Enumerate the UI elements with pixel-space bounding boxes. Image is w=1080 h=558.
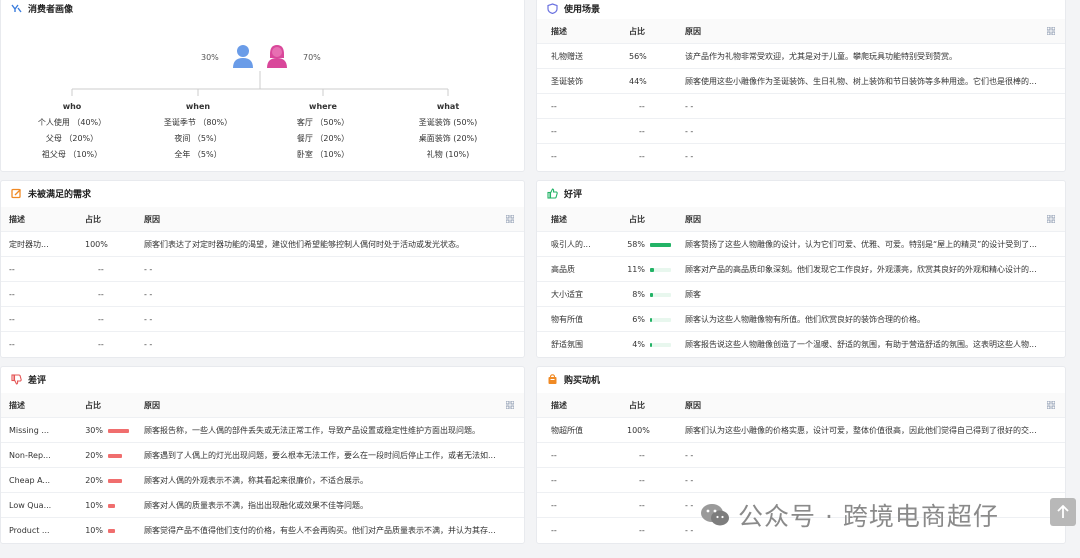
table-row: -- -- - -: [1, 307, 524, 332]
row-desc: Non-Rep...: [9, 450, 51, 460]
table-row: 大小适宜 8% 顾客: [537, 282, 1065, 307]
row-pct: 10%: [85, 526, 103, 535]
table-row: Low Qua... 10% 顾客对人偶的质量表示不满，指出出现融化或效果不佳等问题…: [1, 493, 524, 518]
bar-track: [650, 343, 671, 347]
usage-header-row: 描述 占比 原因: [537, 19, 1065, 44]
row-desc: Low Qua...: [9, 500, 52, 510]
usage-title: 使用场景: [547, 0, 600, 20]
persona-card: 消费者画像 30% 70% who 个人使用 （40%） 父母 （20%） 祖父…: [0, 0, 525, 172]
row-reason: 顾客认为这些人物雕像物有所值。他们欣赏良好的装饰合理的价格。: [685, 314, 925, 324]
pct-bar: [108, 504, 115, 508]
table-row: 礼物赠送 56% 该产品作为礼物非常受欢迎，尤其是对于儿童。攀爬玩具功能特别受到…: [537, 44, 1065, 69]
pct-bar: [108, 529, 115, 533]
row-reason: 顾客觉得产品不值得他们支付的价格，有些人不会再购买。他们对产品质量表示不满，并认…: [144, 526, 496, 535]
row-pct: 20%: [85, 475, 103, 485]
pct-bar: [650, 318, 653, 322]
arrow-up-icon[interactable]: [1050, 498, 1076, 526]
row-desc: Missing ...: [9, 425, 50, 435]
unmet-card: 未被满足的需求 描述 占比 原因 定时器功... 100% 顾客们表达了对定时器…: [0, 180, 525, 358]
thumbs-up-icon: [547, 187, 558, 199]
pct-bar: [650, 268, 654, 272]
positive-title: 好评: [547, 181, 582, 205]
row-reason: 顾客报告称，一些人偶的部件丢失或无法正常工作，导致产品设置或稳定性维护方面出现问…: [144, 425, 480, 435]
pct-bar: [650, 243, 671, 247]
table-row: -- -- - -: [1, 257, 524, 282]
persona-col-what: what 圣诞装饰 (50%) 桌面装饰 (20%) 礼物 (10%): [418, 102, 478, 159]
positive-card: 好评 描述 占比 原因 吸引人的... 58% 顾客赞扬了这些人物雕像的设计，认为它…: [536, 180, 1066, 358]
pct-bar: [108, 429, 129, 433]
pct-bar: [108, 479, 122, 483]
grid-icon[interactable]: [505, 400, 515, 410]
negative-header-row: 描述 占比 原因: [1, 393, 524, 418]
motive-title: 购买动机: [547, 367, 600, 391]
persona-col-where: where 客厅 （50%） 餐厅 （20%） 卧室 （10%）: [296, 102, 350, 159]
table-row: -- -- - -: [551, 152, 694, 161]
row-desc: 大小适宜: [551, 289, 583, 299]
negative-card: 差评 描述 占比 原因 Missing ... 30% 顾客报告称，一些人偶的部件丢…: [0, 366, 525, 544]
persona-col-when: when 圣诞季节 （80%） 夜间 （5%） 全年 （5%）: [163, 102, 233, 159]
table-row: 物超所值 100% 顾客们认为这些小雕像的价格实惠，设计可爱，整体价值很高，因此…: [537, 418, 1065, 443]
bar-track: [650, 318, 671, 322]
row-desc: 吸引人的...: [551, 239, 591, 249]
row-desc: Cheap A...: [9, 475, 51, 485]
table-row: 定时器功... 100% 顾客们表达了对定时器功能的渴望，建议他们希望能够控制人…: [1, 232, 524, 257]
motive-header-row: 描述 占比 原因: [537, 393, 1065, 418]
pct-bar: [108, 454, 122, 458]
persona-tree-lines: [71, 71, 449, 96]
bar-track: [650, 293, 671, 297]
table-row: -- -- - -: [537, 94, 1065, 119]
edit-icon: [11, 188, 22, 199]
table-row: 舒适氛围 4% 顾客报告说这些人物雕像创造了一个温暖、舒适的氛围，有助于营造舒适的氛…: [537, 332, 1065, 357]
grid-icon[interactable]: [505, 214, 515, 224]
table-row: Missing ... 30% 顾客报告称，一些人偶的部件丢失或无法正常工作，导致产…: [1, 418, 524, 443]
row-pct: 20%: [85, 450, 103, 460]
table-row: Cheap A... 20% 顾客对人偶的外观表示不满，称其看起来很廉价，不适合展示…: [1, 468, 524, 493]
shopping-bag-icon: [547, 373, 558, 385]
row-reason: 顾客对人偶的外观表示不满，称其看起来很廉价，不适合展示。: [144, 475, 368, 485]
row-pct: 4%: [632, 340, 645, 349]
row-pct: 10%: [85, 500, 103, 510]
row-pct: 6%: [632, 314, 645, 324]
row-desc: 物有所值: [551, 314, 583, 324]
unmet-header-row: 描述 占比 原因: [1, 207, 524, 232]
row-desc: Product ...: [9, 526, 50, 535]
table-row: 物有所值 6% 顾客认为这些人物雕像物有所值。他们欣赏良好的装饰合理的价格。: [537, 307, 1065, 332]
table-row: -- -- - -: [537, 119, 1065, 144]
row-desc: 高品质: [551, 264, 575, 274]
pct-bar: [650, 293, 653, 297]
watermark: 公众号 · 跨境电商超仔: [700, 497, 999, 533]
table-row: -- -- - -: [9, 340, 153, 349]
table-row: 圣诞装饰 44% 顾客使用这些小雕像作为圣诞装饰、生日礼物、树上装饰和节日装饰等…: [537, 69, 1065, 94]
row-pct: 11%: [627, 264, 645, 274]
table-row: -- -- - -: [537, 468, 1065, 493]
table-row: Non-Rep... 20% 顾客遇到了人偶上的灯光出现问题，要么根本无法工作，要么…: [1, 443, 524, 468]
grid-icon[interactable]: [1046, 214, 1056, 224]
positive-header-row: 描述 占比 原因: [537, 207, 1065, 232]
row-reason: 顾客遇到了人偶上的灯光出现问题，要么根本无法工作，要么在一段时间后停止工作，或者…: [144, 450, 496, 460]
shield-icon: [547, 2, 558, 14]
wechat-icon: [700, 502, 730, 528]
persona-col-who: who 个人使用 （40%） 父母 （20%） 祖父母 （10%）: [37, 102, 107, 159]
grid-icon[interactable]: [1046, 26, 1056, 36]
row-desc: 舒适氛围: [551, 340, 583, 349]
row-reason: 顾客赞扬了这些人物雕像的设计，认为它们可爱、优雅、可爱。特别是“屋上的精灵”的设…: [685, 239, 1037, 249]
pct-bar: [650, 343, 652, 347]
negative-title: 差评: [11, 367, 46, 391]
grid-icon[interactable]: [1046, 400, 1056, 410]
thumbs-down-icon: [11, 373, 22, 385]
row-pct: 8%: [632, 289, 645, 299]
table-row: -- -- - -: [537, 443, 1065, 468]
row-reason: 顾客报告说这些人物雕像创造了一个温暖、舒适的氛围，有助于营造舒适的氛围。这表明这…: [685, 340, 1037, 349]
table-row: -- -- - -: [1, 282, 524, 307]
row-reason: 顾客对人偶的质量表示不满，指出出现融化或效果不佳等问题。: [144, 500, 368, 510]
row-pct: 30%: [85, 425, 103, 435]
row-reason: 顾客: [685, 289, 701, 299]
unmet-title: 未被满足的需求: [11, 181, 91, 205]
row-pct: 58%: [627, 239, 645, 249]
usage-card: 使用场景 描述 占比 原因 礼物赠送 56% 该产品作为礼物非常受欢迎，尤其是对…: [536, 0, 1066, 172]
table-row: 吸引人的... 58% 顾客赞扬了这些人物雕像的设计，认为它们可爱、优雅、可爱。特别…: [537, 232, 1065, 257]
row-reason: 顾客对产品的高品质印象深刻。他们发现它工作良好，外观漂亮，欣赏其良好的外观和精心…: [685, 264, 1037, 274]
table-row: Product ... 10% 顾客觉得产品不值得他们支付的价格，有些人不会再购买。…: [1, 518, 524, 543]
table-row: 高品质 11% 顾客对产品的高品质印象深刻。他们发现它工作良好，外观漂亮，欣赏其良好…: [537, 257, 1065, 282]
